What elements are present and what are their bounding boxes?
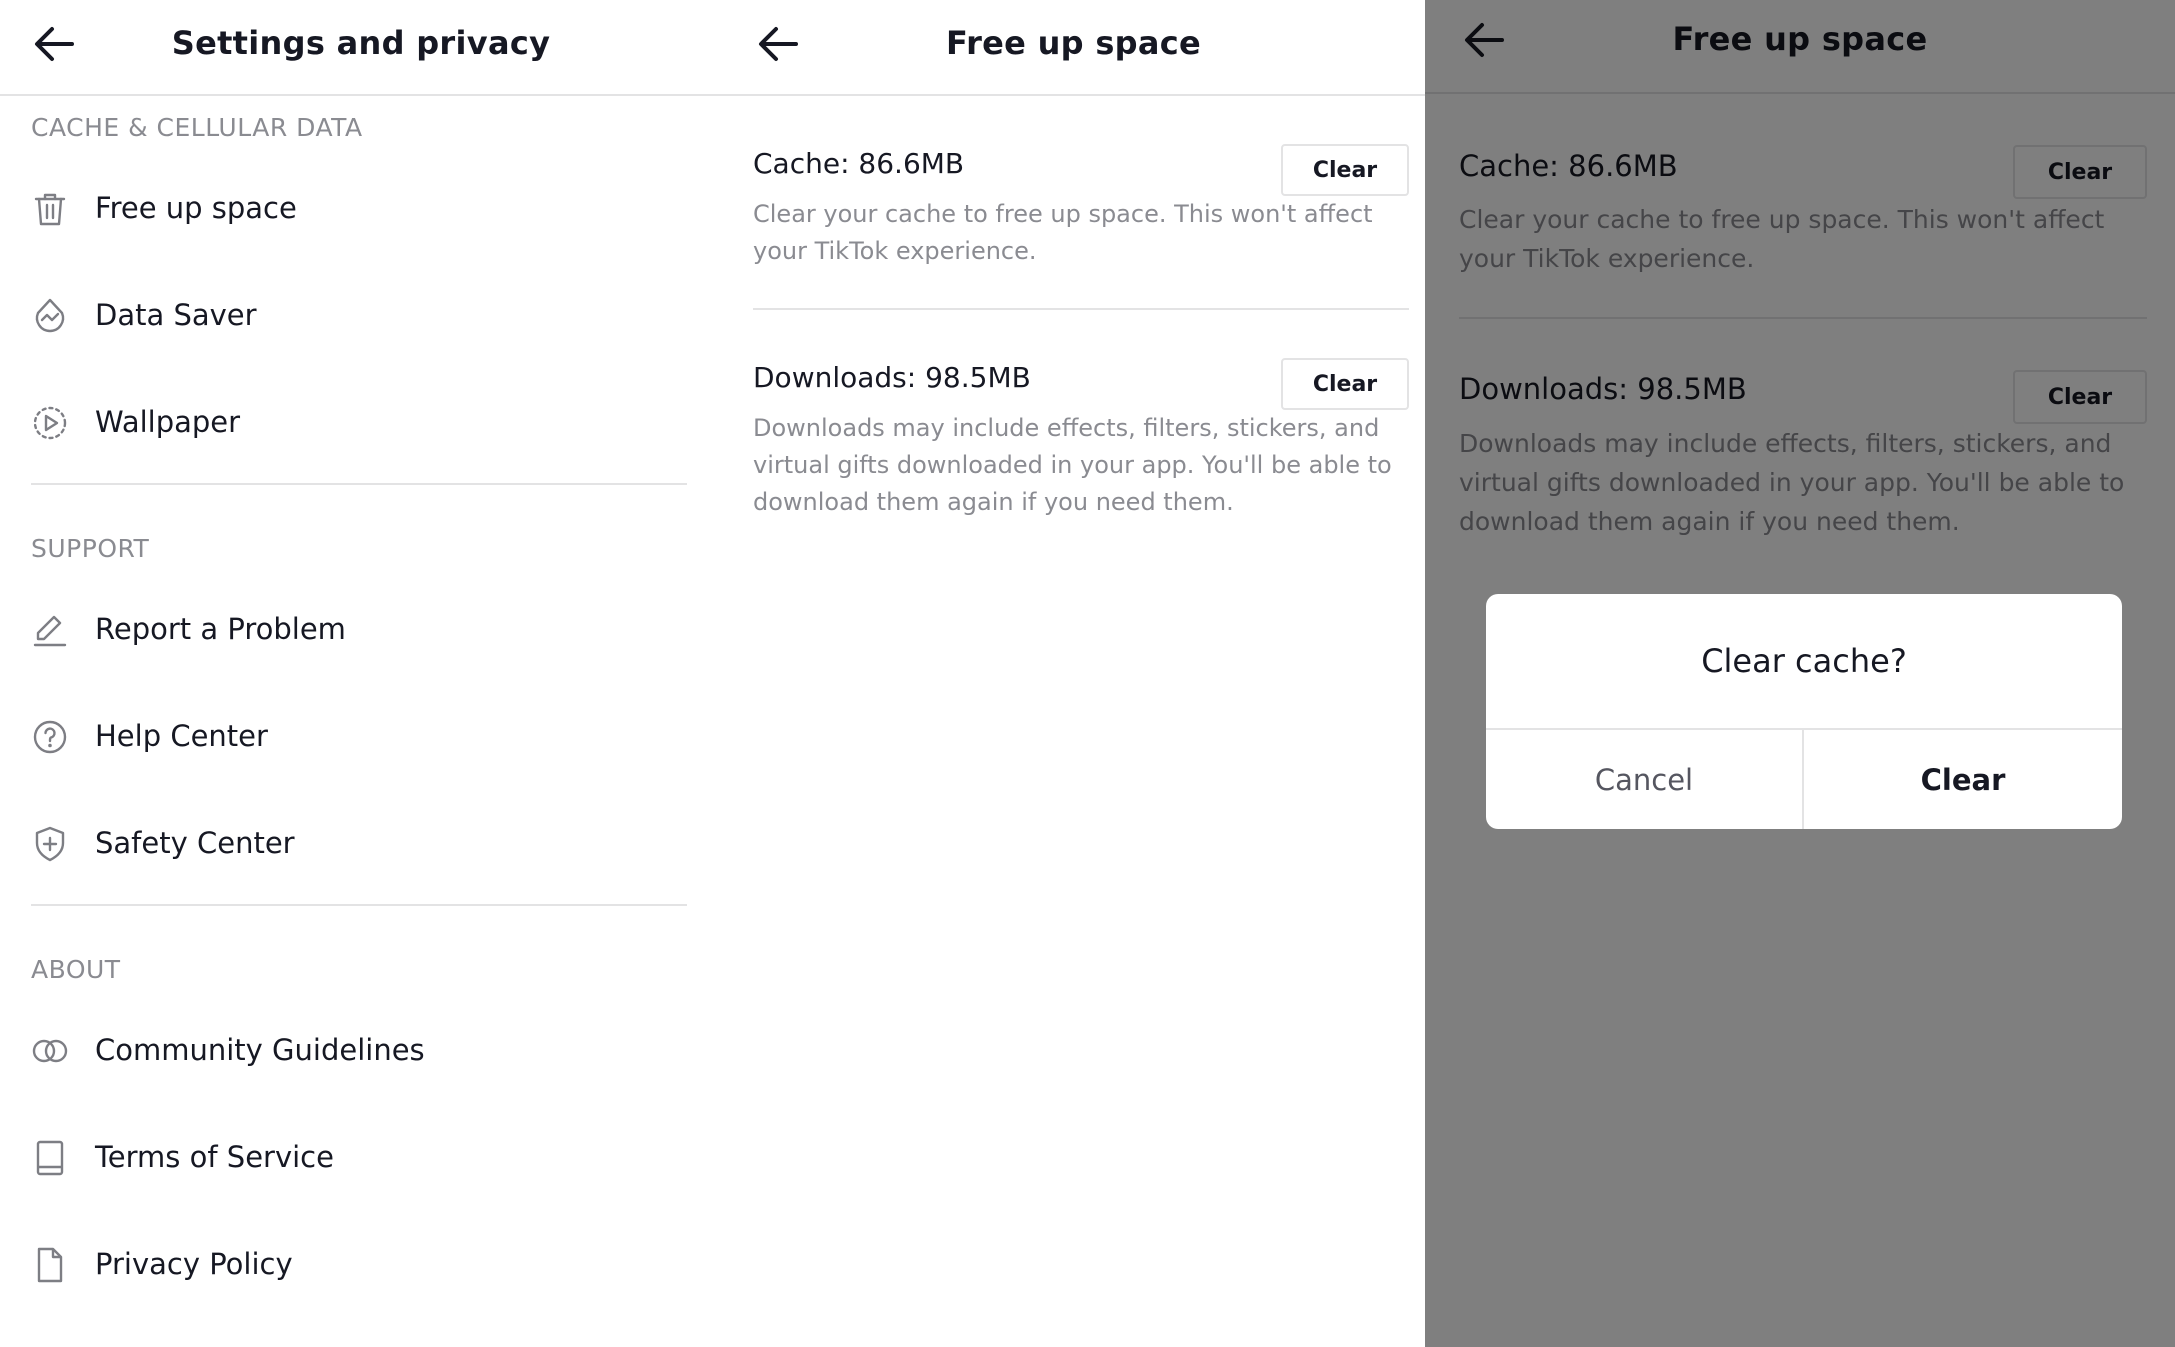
downloads-size-label: Downloads: 98.5MB	[753, 361, 1031, 394]
page-title: Settings and privacy	[171, 24, 551, 62]
free-up-space-screen: Free up space Cache: 86.6MB Clear Clear …	[722, 0, 1425, 1347]
settings-item-label: Terms of Service	[95, 1140, 334, 1174]
clear-downloads-button[interactable]: Clear	[1281, 358, 1409, 410]
settings-item-label: Free up space	[95, 191, 297, 225]
free-up-space-header: Free up space	[722, 0, 1425, 96]
shield-icon	[31, 825, 69, 863]
section-divider	[31, 904, 687, 906]
guidelines-icon	[31, 1032, 69, 1070]
dialog-cancel-button[interactable]: Cancel	[1486, 730, 1802, 829]
item-divider	[753, 308, 1409, 310]
settings-item-label: Help Center	[95, 719, 268, 753]
settings-item-label: Data Saver	[95, 298, 257, 332]
settings-item-safety-center[interactable]: Safety Center	[0, 799, 722, 889]
section-header-cache: CACHE & CELLULAR DATA	[31, 113, 363, 142]
book-icon	[31, 1139, 69, 1177]
page-title: Free up space	[945, 24, 1202, 62]
settings-item-data-saver[interactable]: Data Saver	[0, 271, 722, 361]
settings-item-label: Community Guidelines	[95, 1033, 425, 1067]
settings-item-community-guidelines[interactable]: Community Guidelines	[0, 1006, 722, 1096]
clear-cache-dialog: Clear cache? Cancel Clear	[1486, 594, 2122, 829]
cache-size-label: Cache: 86.6MB	[753, 147, 965, 180]
document-icon	[31, 1246, 69, 1284]
section-header-about: ABOUT	[31, 955, 121, 984]
clear-cache-dialog-screen: Free up space Cache: 86.6MB Clear Clear …	[1425, 0, 2175, 1347]
data-saver-icon	[31, 297, 69, 335]
downloads-description: Downloads may include effects, filters, …	[753, 414, 1392, 516]
settings-item-privacy-policy[interactable]: Privacy Policy	[0, 1220, 722, 1310]
settings-item-label: Safety Center	[95, 826, 295, 860]
settings-item-free-up-space[interactable]: Free up space	[0, 164, 722, 254]
dialog-clear-button[interactable]: Clear	[1804, 730, 2122, 829]
settings-item-label: Wallpaper	[95, 405, 241, 439]
settings-item-report-problem[interactable]: Report a Problem	[0, 585, 722, 675]
section-divider	[31, 483, 687, 485]
settings-item-label: Privacy Policy	[95, 1247, 293, 1281]
settings-header: Settings and privacy	[0, 0, 722, 96]
pencil-icon	[31, 611, 69, 649]
settings-item-help-center[interactable]: Help Center	[0, 692, 722, 782]
settings-item-label: Report a Problem	[95, 612, 346, 646]
help-icon	[31, 718, 69, 756]
settings-screen: Settings and privacy CACHE & CELLULAR DA…	[0, 0, 722, 1347]
cache-description: Clear your cache to free up space. This …	[753, 200, 1373, 265]
section-header-support: SUPPORT	[31, 534, 150, 563]
wallpaper-icon	[31, 404, 69, 442]
dialog-title: Clear cache?	[1701, 642, 1907, 680]
clear-cache-button[interactable]: Clear	[1281, 144, 1409, 196]
settings-item-terms-of-service[interactable]: Terms of Service	[0, 1113, 722, 1203]
settings-item-wallpaper[interactable]: Wallpaper	[0, 378, 722, 468]
trash-icon	[31, 190, 69, 228]
